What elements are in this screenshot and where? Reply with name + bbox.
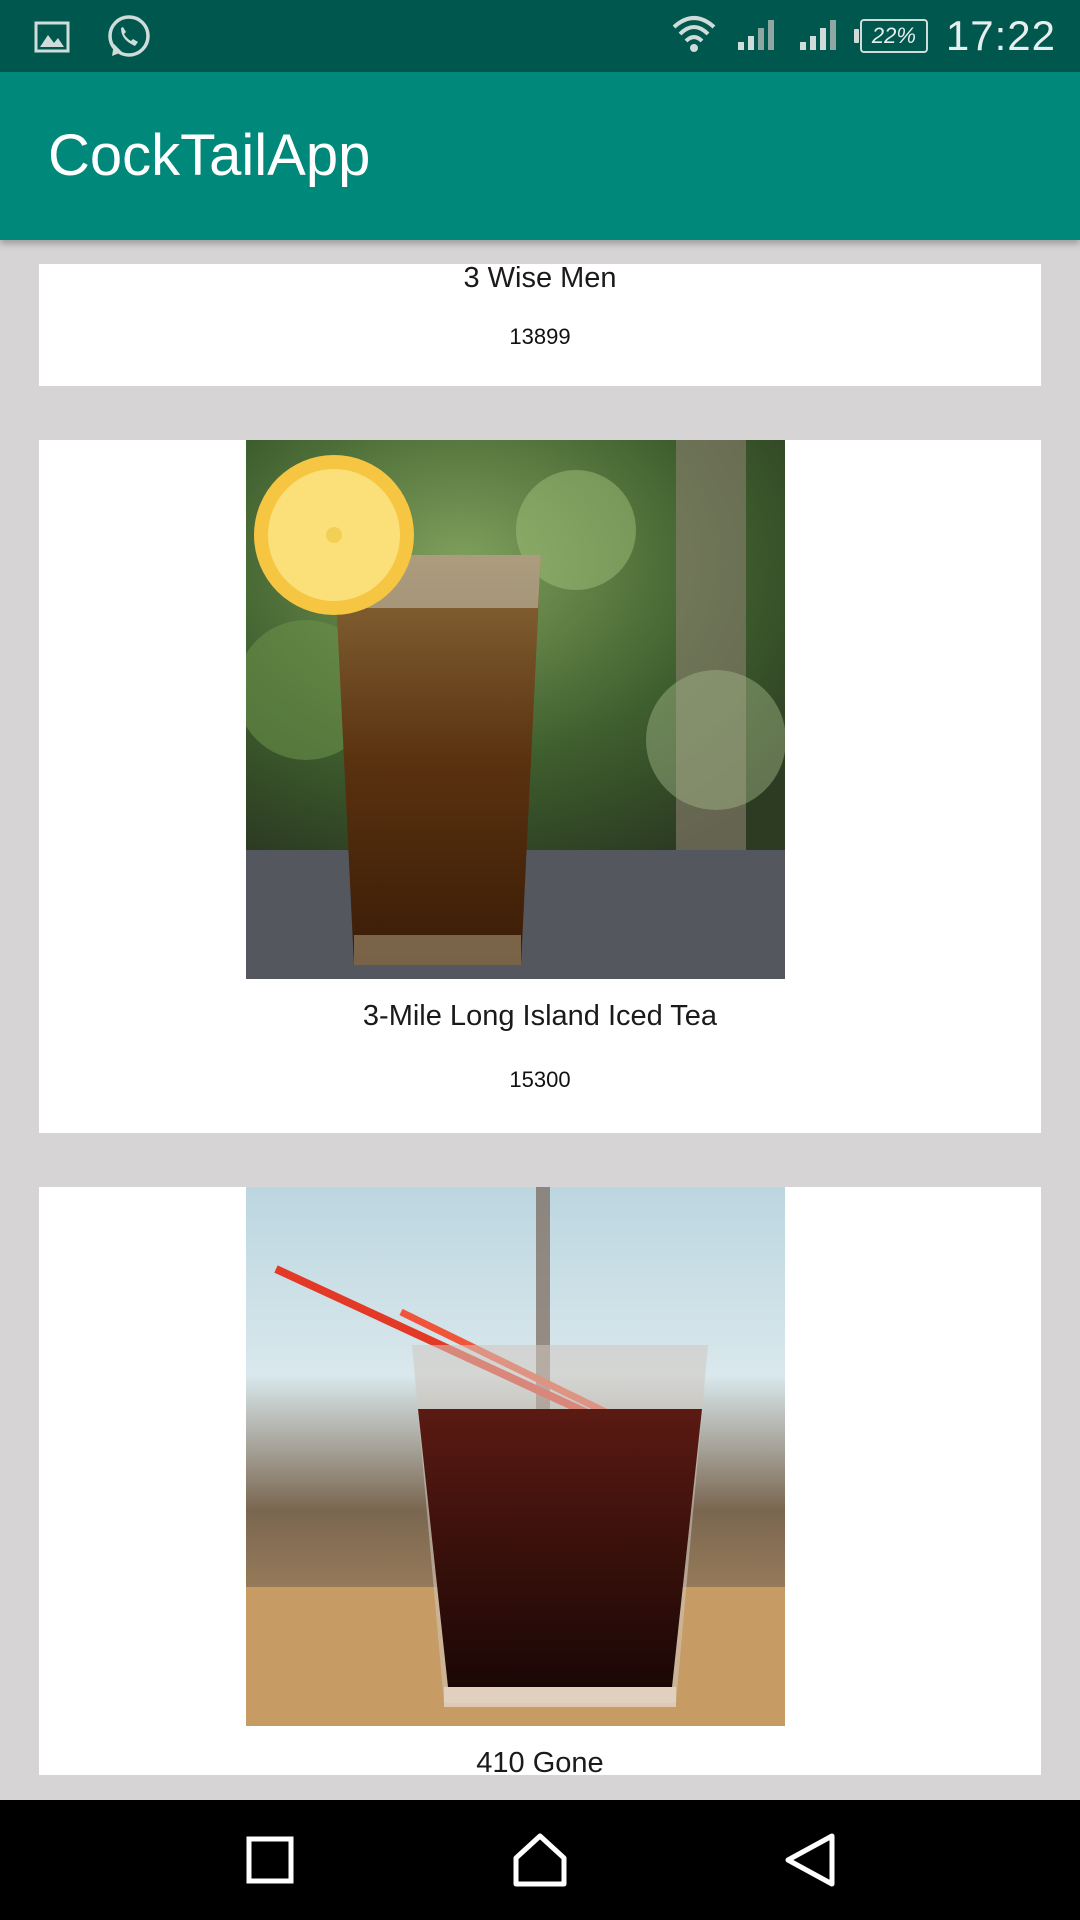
drink-list[interactable]: 3 Wise Men 13899 3-Mile Long Island Iced… xyxy=(0,240,1080,1800)
drink-card[interactable]: 3-Mile Long Island Iced Tea 15300 xyxy=(39,440,1041,1133)
clock: 17:22 xyxy=(945,12,1056,59)
wifi-icon xyxy=(670,13,718,60)
drink-image xyxy=(246,440,785,979)
drink-card[interactable]: 3 Wise Men 13899 xyxy=(39,262,1041,386)
signal-icon xyxy=(736,16,780,57)
recents-button[interactable] xyxy=(210,1800,330,1920)
drink-name: 3 Wise Men xyxy=(463,262,617,294)
drink-image xyxy=(246,1187,785,1726)
app-bar: CockTailApp xyxy=(0,72,1080,240)
drink-id: 15300 xyxy=(509,1067,571,1092)
back-button[interactable] xyxy=(750,1800,870,1920)
signal-icon xyxy=(798,16,842,57)
back-icon xyxy=(785,1833,835,1887)
battery-icon: 22% xyxy=(853,19,928,53)
home-button[interactable] xyxy=(480,1800,600,1920)
drink-name: 410 Gone xyxy=(476,1747,604,1779)
drink-id: 13899 xyxy=(509,324,571,349)
drink-card[interactable]: 410 Gone xyxy=(39,1187,1041,1779)
gallery-icon xyxy=(34,19,70,60)
navigation-bar xyxy=(0,1800,1080,1920)
recents-icon xyxy=(246,1836,294,1884)
app-title: CockTailApp xyxy=(48,123,371,188)
status-bar: 22% 17:22 xyxy=(0,0,1080,72)
whatsapp-icon xyxy=(104,12,154,67)
drink-name: 3-Mile Long Island Iced Tea xyxy=(362,1000,718,1032)
home-icon xyxy=(513,1833,567,1887)
